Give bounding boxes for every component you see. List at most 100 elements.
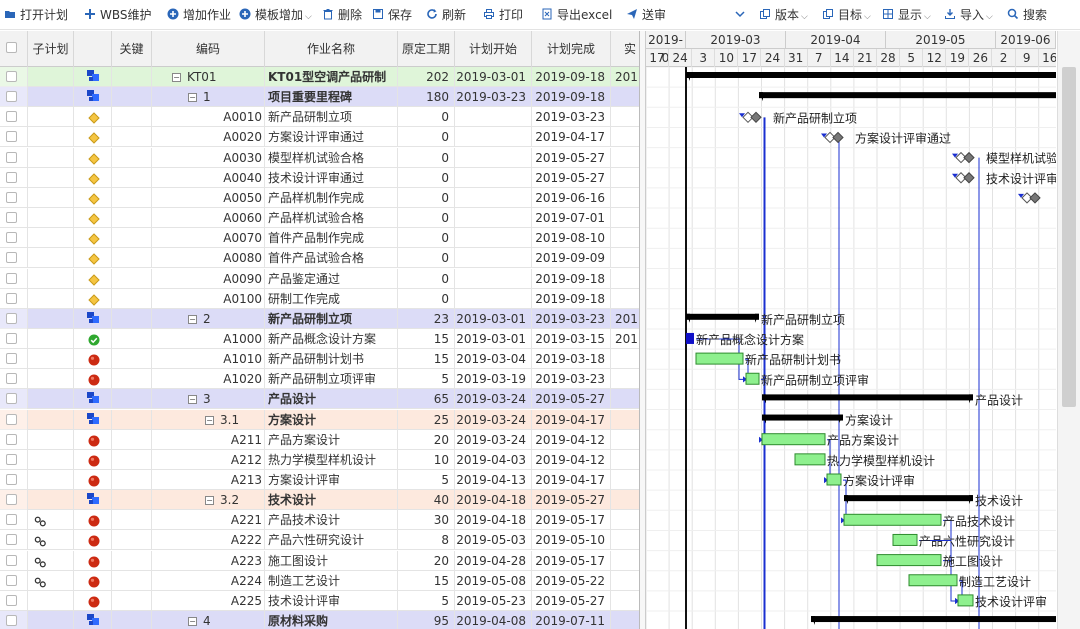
link-icon[interactable] [34,574,47,591]
row-checkbox-cell[interactable] [0,429,28,450]
activity-name-cell[interactable]: 首件产品试验合格 [265,248,398,269]
activity-name-cell[interactable]: 产品样机试验合格 [265,208,398,229]
column-header-code[interactable]: 编码 [152,31,265,67]
table-row[interactable]: A0070 首件产品制作完成 0 2019-08-10 [0,228,639,249]
activity-name-cell[interactable]: 产品方案设计 [265,429,398,450]
row-checkbox[interactable] [6,433,17,445]
link-icon[interactable] [34,533,47,550]
row-checkbox-cell[interactable] [0,147,28,168]
activity-name-cell[interactable]: 首件产品制作完成 [265,228,398,249]
row-checkbox[interactable] [6,111,17,123]
row-checkbox-cell[interactable] [0,611,28,629]
row-checkbox-cell[interactable] [0,470,28,490]
submit-button[interactable]: 送审 [626,6,666,24]
row-checkbox[interactable] [6,191,17,203]
print-button[interactable]: 打印 [483,6,523,24]
task-bar[interactable] [843,513,942,526]
task-bar[interactable] [794,453,826,466]
collapse-toggle-icon[interactable]: − [188,395,197,405]
row-checkbox-cell[interactable] [0,127,28,148]
table-row[interactable]: A225 技术设计评审 5 2019-05-23 2019-05-27 [0,590,639,611]
column-header-dur[interactable]: 原定工期 [398,31,455,67]
row-checkbox-cell[interactable] [0,288,28,309]
select-all-checkbox[interactable] [6,42,17,53]
collapse-toggle-icon[interactable]: − [188,93,197,103]
summary-bar[interactable] [686,72,1056,78]
display-button[interactable]: 显示 ⌵ [882,6,931,24]
row-checkbox-cell[interactable] [0,67,28,87]
row-checkbox[interactable] [6,212,17,224]
row-checkbox[interactable] [6,413,17,425]
row-checkbox-cell[interactable] [0,349,28,370]
collapse-toggle-icon[interactable]: − [188,314,197,324]
activity-name-cell[interactable]: 产品六性研究设计 [265,530,398,551]
row-checkbox-cell[interactable] [0,490,28,511]
more-button[interactable] [734,6,750,24]
row-checkbox-cell[interactable] [0,87,28,108]
activity-name-cell[interactable]: 产品样机制作完成 [265,187,398,208]
summary-bar[interactable] [759,92,1056,99]
wbs-row[interactable]: −2 新产品研制立项 23 2019-03-01 2019-03-23 201 [0,308,639,329]
row-checkbox-cell[interactable] [0,187,28,208]
row-checkbox[interactable] [6,232,17,244]
row-checkbox[interactable] [6,615,17,627]
table-row[interactable]: A0080 首件产品试验合格 0 2019-09-09 [0,248,639,269]
activity-name-cell[interactable]: 技术设计评审 [265,590,398,611]
row-checkbox[interactable] [6,292,17,304]
activity-name-cell[interactable]: 产品鉴定通过 [265,268,398,289]
activity-name-cell[interactable]: 方案设计评审通过 [265,127,398,148]
add-task-button[interactable]: 增加作业 [167,6,231,24]
completed-task-bar[interactable] [686,332,694,344]
row-checkbox-cell[interactable] [0,369,28,390]
activity-name-cell[interactable]: 项目重要里程碑 [265,87,398,108]
table-row[interactable]: A1000 新产品概念设计方案 15 2019-03-01 2019-03-15 201 [0,328,639,349]
link-icon[interactable] [34,554,47,571]
task-bar[interactable] [745,372,760,385]
search-button[interactable]: 搜索 [1007,6,1047,24]
task-bar[interactable] [908,574,958,587]
row-checkbox[interactable] [6,151,17,163]
row-checkbox-cell[interactable] [0,167,28,188]
collapse-toggle-icon[interactable]: − [205,415,214,425]
summary-bar[interactable] [762,414,843,421]
collapse-toggle-icon[interactable]: − [205,496,214,506]
activity-name-cell[interactable]: 方案设计 [265,409,398,430]
wbs-row[interactable]: − KT01 KT01型空调产品研制 202 2019-03-01 2019-09-18 2… [0,67,639,87]
table-row[interactable]: A0100 研制工作完成 0 2019-09-18 [0,288,639,309]
activity-name-cell[interactable]: 模型样机试验合格 [265,147,398,168]
row-checkbox-cell[interactable] [0,530,28,551]
row-checkbox[interactable] [6,131,17,143]
wbs-row[interactable]: −3 产品设计 65 2019-03-24 2019-05-27 [0,389,639,410]
table-row[interactable]: A0030 模型样机试验合格 0 2019-05-27 [0,147,639,168]
row-checkbox[interactable] [6,171,17,183]
template-add-button[interactable]: 模板增加 ⌵ [239,6,312,24]
row-checkbox[interactable] [6,474,17,485]
row-checkbox-cell[interactable] [0,308,28,329]
row-checkbox-cell[interactable] [0,389,28,410]
row-checkbox[interactable] [6,393,17,405]
wbs-row[interactable]: −4 原材料采购 95 2019-04-08 2019-07-11 [0,611,639,629]
row-checkbox-cell[interactable] [0,268,28,289]
collapse-toggle-icon[interactable]: − [172,73,181,82]
vertical-scrollbar[interactable] [1057,31,1080,629]
summary-bar[interactable] [686,313,759,320]
activity-name-cell[interactable]: KT01型空调产品研制 [265,67,398,87]
table-row[interactable]: A221 产品技术设计 30 2019-04-18 2019-05-17 [0,510,639,531]
refresh-button[interactable]: 刷新 [426,6,466,24]
row-checkbox-cell[interactable] [0,328,28,349]
activity-name-cell[interactable]: 方案设计评审 [265,470,398,490]
wbs-row[interactable]: −3.1 方案设计 25 2019-03-24 2019-04-17 [0,409,639,430]
row-checkbox[interactable] [6,514,17,526]
delete-button[interactable]: 删除 [322,6,362,24]
activity-name-cell[interactable]: 制造工艺设计 [265,570,398,591]
table-row[interactable]: A0060 产品样机试验合格 0 2019-07-01 [0,208,639,229]
milestone-icon[interactable] [832,131,844,144]
activity-name-cell[interactable]: 技术设计评审通过 [265,167,398,188]
task-bar[interactable] [876,554,942,567]
summary-bar[interactable] [844,495,973,502]
open-plan-button[interactable]: 打开计划 [4,6,68,24]
wbs-row[interactable]: −3.2 技术设计 40 2019-04-18 2019-05-27 [0,490,639,511]
table-row[interactable]: A223 施工图设计 20 2019-04-28 2019-05-17 [0,550,639,571]
task-bar[interactable] [892,533,918,546]
column-header-key[interactable]: 关键 [112,31,152,67]
